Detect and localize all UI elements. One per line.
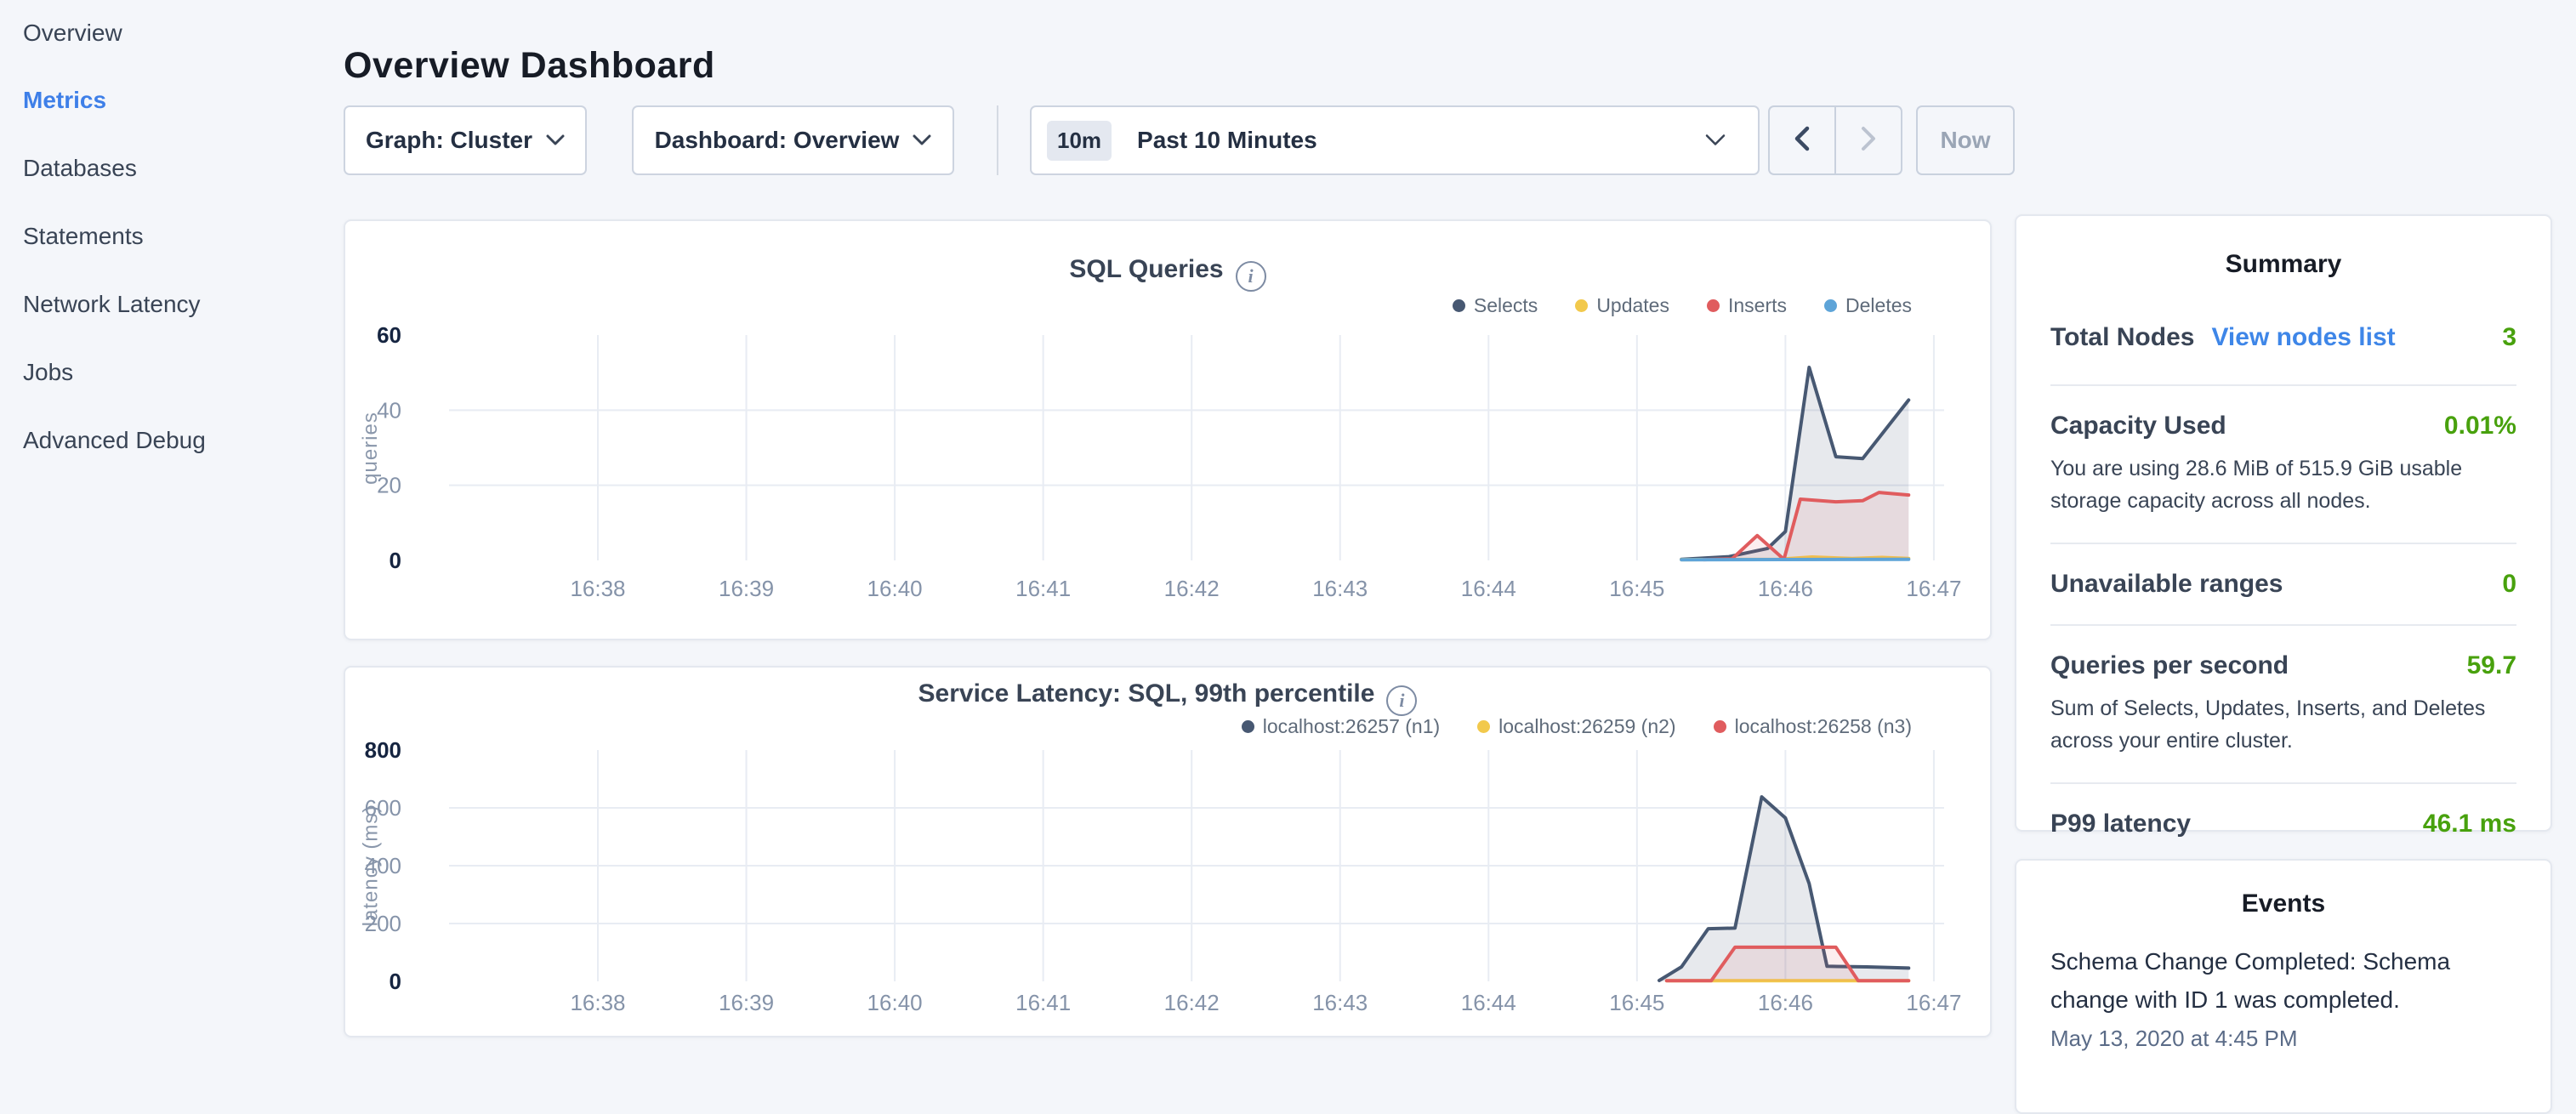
svg-text:16:39: 16:39 bbox=[719, 576, 774, 601]
service-latency-plot: 16:38 16:39 16:40 16:41 16:42 16:43 16:44 16:45… bbox=[345, 668, 1993, 1039]
event-item-timestamp[interactable]: May 13, 2020 at 4:45 PM bbox=[2050, 1026, 2516, 1052]
event-item-text: Schema Change Completed: Schema change w… bbox=[2050, 942, 2516, 1019]
service-latency-chart-card: Service Latency: SQL, 99th percentilei l… bbox=[344, 666, 1992, 1037]
time-range-label: Past 10 Minutes bbox=[1137, 127, 1317, 154]
svg-text:16:40: 16:40 bbox=[867, 990, 923, 1015]
summary-label: Unavailable ranges bbox=[2050, 570, 2283, 599]
previous-time-button[interactable] bbox=[1770, 107, 1836, 173]
events-title: Events bbox=[2050, 889, 2516, 918]
toolbar: Graph: Cluster Dashboard: Overview 10m P… bbox=[344, 105, 2015, 175]
svg-text:400: 400 bbox=[365, 853, 401, 878]
svg-text:16:43: 16:43 bbox=[1312, 576, 1368, 601]
svg-text:16:41: 16:41 bbox=[1015, 576, 1071, 601]
svg-text:200: 200 bbox=[365, 911, 401, 936]
view-nodes-list-link[interactable]: View nodes list bbox=[2211, 323, 2395, 352]
svg-text:16:44: 16:44 bbox=[1461, 576, 1516, 601]
page-title: Overview Dashboard bbox=[344, 45, 715, 87]
summary-label: Queries per second bbox=[2050, 651, 2289, 680]
sidebar-item-network-latency[interactable]: Network Latency bbox=[23, 292, 201, 317]
summary-value: 0 bbox=[2502, 570, 2516, 599]
summary-description: Sum of Selects, Updates, Inserts, and De… bbox=[2050, 692, 2516, 757]
chevron-left-icon bbox=[1793, 125, 1811, 156]
summary-title: Summary bbox=[2050, 250, 2516, 279]
svg-text:16:45: 16:45 bbox=[1609, 576, 1664, 601]
summary-row-capacity-used: Capacity Used 0.01% You are using 28.6 M… bbox=[2050, 384, 2516, 543]
events-panel: Events Schema Change Completed: Schema c… bbox=[2015, 859, 2552, 1114]
svg-text:800: 800 bbox=[365, 737, 401, 763]
sidebar-item-advanced-debug[interactable]: Advanced Debug bbox=[23, 428, 206, 453]
now-button[interactable]: Now bbox=[1916, 105, 2015, 175]
svg-text:16:47: 16:47 bbox=[1906, 576, 1961, 601]
chevron-down-icon bbox=[1705, 134, 1726, 147]
svg-text:16:46: 16:46 bbox=[1758, 576, 1813, 601]
time-range-dropdown[interactable]: 10m Past 10 Minutes bbox=[1030, 105, 1760, 175]
summary-value: 0.01% bbox=[2444, 412, 2516, 440]
svg-text:16:46: 16:46 bbox=[1758, 990, 1813, 1015]
chevron-right-icon bbox=[1859, 125, 1878, 156]
summary-row-p99-latency: P99 latency 46.1 ms bbox=[2050, 782, 2516, 864]
summary-label: Capacity Used bbox=[2050, 412, 2226, 440]
sidebar-item-statements[interactable]: Statements bbox=[23, 224, 144, 249]
dashboard-dropdown[interactable]: Dashboard: Overview bbox=[632, 105, 954, 175]
svg-text:16:45: 16:45 bbox=[1609, 990, 1664, 1015]
graph-dropdown[interactable]: Graph: Cluster bbox=[344, 105, 587, 175]
svg-text:20: 20 bbox=[377, 473, 401, 498]
sql-queries-chart-card: SQL Queriesi Selects Updates Inserts Del… bbox=[344, 219, 1992, 640]
sql-queries-plot: 16:38 16:39 16:40 16:41 16:42 16:43 16:44 16:45… bbox=[345, 221, 1993, 642]
time-range-badge: 10m bbox=[1047, 121, 1112, 161]
svg-text:16:44: 16:44 bbox=[1461, 990, 1516, 1015]
graph-dropdown-label: Graph: Cluster bbox=[366, 127, 532, 154]
time-step-buttons bbox=[1768, 105, 1902, 175]
svg-text:60: 60 bbox=[377, 322, 401, 348]
svg-text:16:42: 16:42 bbox=[1164, 576, 1220, 601]
svg-text:16:39: 16:39 bbox=[719, 990, 774, 1015]
summary-row-total-nodes: Total Nodes View nodes list 3 bbox=[2050, 279, 2516, 384]
summary-row-queries-per-second: Queries per second 59.7 Sum of Selects, … bbox=[2050, 624, 2516, 782]
summary-label: Total Nodes bbox=[2050, 323, 2194, 352]
svg-text:16:42: 16:42 bbox=[1164, 990, 1220, 1015]
sidebar-item-jobs[interactable]: Jobs bbox=[23, 360, 73, 385]
svg-text:16:41: 16:41 bbox=[1015, 990, 1071, 1015]
summary-row-unavailable-ranges: Unavailable ranges 0 bbox=[2050, 543, 2516, 624]
summary-value: 3 bbox=[2502, 323, 2516, 352]
svg-text:16:38: 16:38 bbox=[570, 576, 625, 601]
chevron-down-icon bbox=[546, 134, 565, 146]
sidebar-item-metrics[interactable]: Metrics bbox=[23, 88, 106, 113]
chevron-down-icon bbox=[913, 134, 931, 146]
svg-text:16:47: 16:47 bbox=[1906, 990, 1961, 1015]
toolbar-divider bbox=[997, 105, 998, 175]
sidebar: Overview Metrics Databases Statements Ne… bbox=[0, 0, 344, 1051]
summary-label: P99 latency bbox=[2050, 810, 2191, 838]
svg-text:600: 600 bbox=[365, 795, 401, 821]
summary-description: You are using 28.6 MiB of 515.9 GiB usab… bbox=[2050, 452, 2516, 517]
sidebar-item-databases[interactable]: Databases bbox=[23, 156, 137, 181]
svg-text:0: 0 bbox=[390, 969, 401, 994]
svg-text:40: 40 bbox=[377, 397, 401, 423]
svg-text:16:40: 16:40 bbox=[867, 576, 923, 601]
summary-value: 59.7 bbox=[2467, 651, 2516, 680]
summary-value: 46.1 ms bbox=[2423, 810, 2516, 838]
next-time-button[interactable] bbox=[1836, 107, 1901, 173]
svg-text:0: 0 bbox=[390, 548, 401, 573]
dashboard-dropdown-label: Dashboard: Overview bbox=[655, 127, 900, 154]
svg-text:16:38: 16:38 bbox=[570, 990, 625, 1015]
sidebar-item-overview[interactable]: Overview bbox=[23, 20, 122, 46]
svg-text:16:43: 16:43 bbox=[1312, 990, 1368, 1015]
summary-panel: Summary Total Nodes View nodes list 3 Ca… bbox=[2015, 214, 2552, 832]
